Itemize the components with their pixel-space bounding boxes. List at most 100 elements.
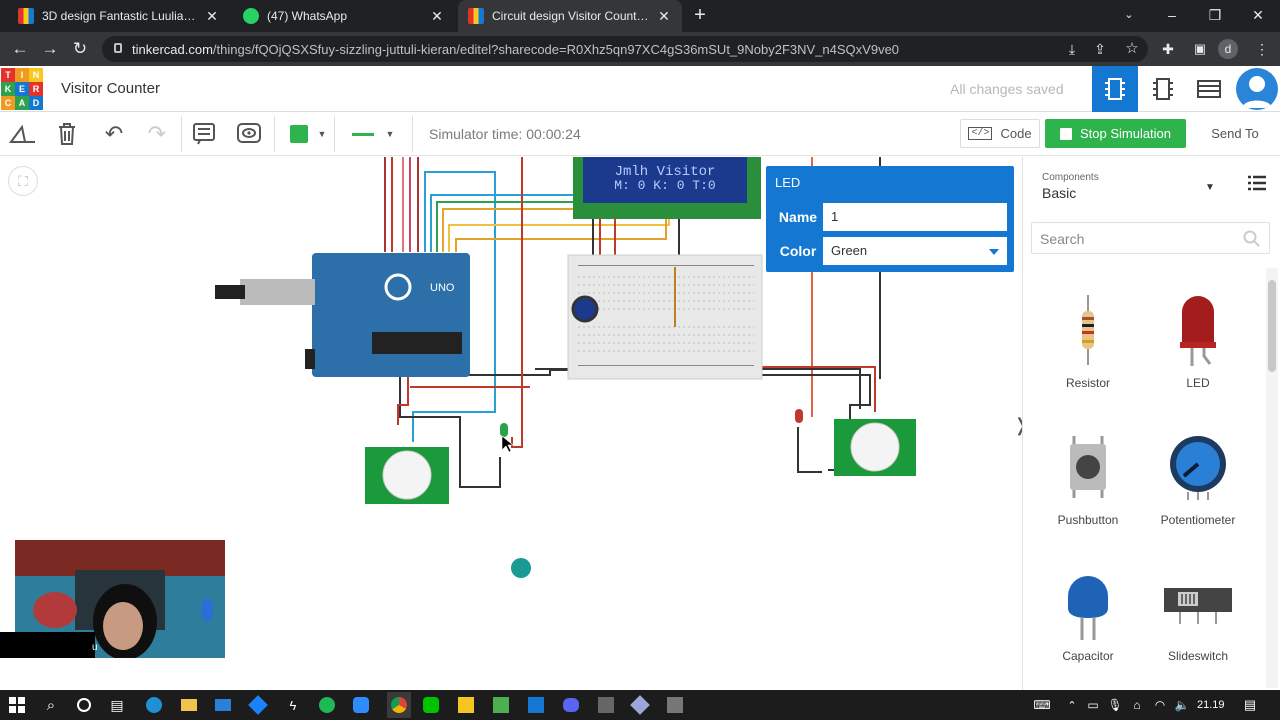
redo-button[interactable]: ↷ — [143, 120, 171, 148]
wire-style-icon — [351, 132, 374, 136]
discord-icon[interactable] — [562, 696, 580, 714]
extensions-icon[interactable]: ✚ — [1156, 38, 1180, 60]
slideswitch-icon — [1164, 588, 1232, 624]
volume-icon[interactable]: 🔈 — [1173, 696, 1191, 714]
taskbar-clock[interactable]: 21.19 — [1197, 699, 1225, 711]
reload-icon[interactable]: ↻ — [68, 38, 92, 60]
browser-tab-circuit-design[interactable]: Circuit design Visitor Counter | T ✕ — [458, 0, 682, 32]
install-icon[interactable]: ⤓ — [1060, 38, 1084, 60]
component-pushbutton[interactable]: Pushbutton — [1033, 427, 1143, 527]
keyboard-icon[interactable]: ⌨ — [1033, 696, 1051, 714]
browser-tab-bar: 3D design Fantastic Luulia-Gogo ✕ (47) W… — [0, 0, 1280, 32]
mail-icon[interactable] — [214, 696, 232, 714]
menu-kebab-icon[interactable]: ⋮ — [1250, 38, 1274, 60]
green-led — [500, 423, 508, 437]
back-icon[interactable]: ← — [8, 38, 32, 60]
wifi-icon[interactable]: ◠ — [1151, 696, 1169, 714]
file-explorer-icon[interactable] — [180, 696, 198, 714]
share-icon[interactable]: ⇪ — [1088, 38, 1112, 60]
new-tab-button[interactable]: + — [688, 4, 712, 26]
delete-button[interactable] — [53, 120, 81, 148]
app-header — [0, 66, 1280, 112]
search-icon[interactable]: ⌕ — [42, 696, 60, 714]
fit-view-icon[interactable]: ⛶ — [8, 166, 38, 196]
windows-start-icon[interactable] — [8, 696, 26, 714]
close-icon[interactable]: ✕ — [429, 8, 445, 25]
close-icon[interactable]: ✕ — [204, 8, 220, 25]
app-icon[interactable] — [457, 696, 475, 714]
app-icon[interactable] — [666, 696, 684, 714]
notes-button[interactable] — [190, 120, 218, 148]
name-field[interactable]: Name 1 — [772, 202, 1008, 232]
edge-icon[interactable] — [145, 696, 163, 714]
chevron-up-icon[interactable]: ⌃ — [1063, 696, 1081, 714]
code-label: Code — [1000, 126, 1032, 141]
circuit-view-button[interactable] — [1092, 66, 1138, 112]
dropbox-icon[interactable] — [248, 695, 268, 715]
list-view-icon[interactable] — [1248, 175, 1266, 191]
component-label: Capacitor — [1062, 649, 1114, 663]
component-capacitor[interactable]: Capacitor — [1033, 563, 1143, 663]
side-panel-icon[interactable]: ▣ — [1188, 38, 1212, 60]
panel-scroll-thumb[interactable] — [1268, 280, 1276, 372]
workplane-button[interactable] — [6, 120, 40, 148]
spotify-icon[interactable] — [318, 696, 336, 714]
color-value[interactable]: Green — [831, 243, 867, 258]
network-icon[interactable]: ⌂ — [1128, 696, 1146, 714]
component-label: Pushbutton — [1057, 513, 1119, 527]
user-avatar[interactable] — [1236, 68, 1278, 110]
code-icon: </> — [968, 127, 993, 140]
restore-icon[interactable]: ❐ — [1203, 4, 1227, 26]
caret-down-icon[interactable]: ▼ — [1205, 182, 1215, 193]
battery-icon[interactable]: ▭ — [1084, 696, 1102, 714]
task-view-icon[interactable]: ▤ — [108, 696, 126, 714]
lightning-icon[interactable]: ϟ — [284, 696, 302, 714]
minecraft-icon[interactable] — [492, 696, 510, 714]
zoom-icon[interactable] — [352, 696, 370, 714]
code-button[interactable]: </> Code — [960, 119, 1040, 148]
inspector-panel: LED Name 1 Color Green — [766, 166, 1014, 272]
forward-icon[interactable]: → — [38, 38, 62, 60]
send-to-button[interactable]: Send To — [1196, 119, 1274, 148]
app-icon[interactable] — [630, 695, 650, 715]
component-resistor[interactable]: Resistor — [1033, 290, 1143, 390]
design-title[interactable]: Visitor Counter — [61, 80, 160, 97]
logo-letter: E — [15, 82, 29, 96]
schematic-view-button[interactable] — [1140, 66, 1186, 112]
table-icon — [1197, 80, 1221, 98]
browser-tab-3d-design[interactable]: 3D design Fantastic Luulia-Gogo ✕ — [8, 0, 230, 32]
app-icon[interactable] — [597, 696, 615, 714]
notes-visibility-button[interactable] — [234, 120, 264, 148]
tinkercad-logo[interactable]: TINKERCAD — [1, 68, 43, 110]
stop-simulation-button[interactable]: Stop Simulation — [1045, 119, 1186, 148]
browser-tab-whatsapp[interactable]: (47) WhatsApp ✕ — [233, 0, 455, 32]
capacitor-icon — [1068, 576, 1108, 640]
wire-type-picker[interactable]: ▼ — [343, 120, 403, 148]
tab-search-icon[interactable]: ⌄ — [1117, 4, 1141, 26]
close-icon[interactable]: ✕ — [656, 8, 672, 25]
component-search-input[interactable]: Search — [1031, 222, 1270, 254]
component-led[interactable]: LED — [1143, 290, 1253, 390]
component-slideswitch[interactable]: Slideswitch — [1143, 563, 1253, 663]
category-select[interactable]: Basic — [1042, 185, 1076, 201]
cortana-icon[interactable] — [75, 696, 93, 714]
address-bar[interactable]: tinkercad.com/things/fQOjQSXSfuy-sizzlin… — [102, 36, 1148, 62]
stop-icon — [1059, 127, 1072, 140]
profile-avatar[interactable]: d — [1218, 39, 1238, 59]
app-icon[interactable] — [527, 696, 545, 714]
microphone-icon[interactable]: 🎙 — [1106, 696, 1124, 714]
minimize-icon[interactable]: – — [1160, 4, 1184, 26]
line-icon[interactable] — [422, 696, 440, 714]
chrome-icon[interactable] — [387, 692, 411, 718]
fill-color-picker[interactable]: ▼ — [283, 120, 333, 148]
undo-button[interactable]: ↶ — [100, 120, 128, 148]
bookmark-star-icon[interactable]: ☆ — [1120, 38, 1144, 60]
component-potentiometer[interactable]: Potentiometer — [1143, 427, 1253, 527]
component-list-button[interactable] — [1186, 66, 1232, 112]
potentiometer-icon — [1170, 436, 1226, 500]
notification-icon[interactable]: ▤ — [1241, 696, 1259, 714]
color-select[interactable]: Color Green — [772, 236, 1008, 266]
name-value[interactable]: 1 — [831, 209, 838, 224]
tab-title: (47) WhatsApp — [267, 9, 348, 23]
close-window-icon[interactable]: ✕ — [1246, 4, 1270, 26]
